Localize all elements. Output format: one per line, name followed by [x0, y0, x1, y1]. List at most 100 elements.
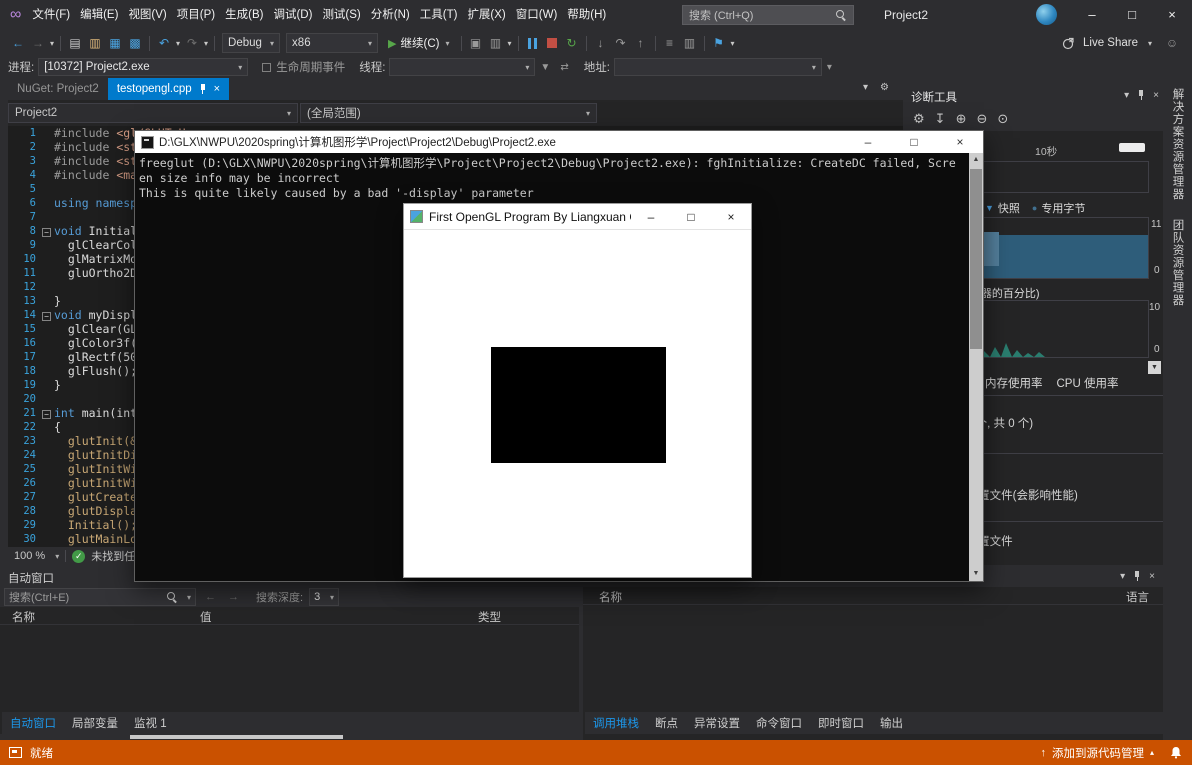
zoom-in-icon[interactable]: ⊕ — [956, 111, 967, 127]
auto-hide-pin-icon[interactable] — [1137, 89, 1145, 101]
minimize-button[interactable]: – — [1072, 0, 1112, 30]
opengl-title-bar[interactable]: First OpenGL Program By Liangxuan Guo – … — [404, 204, 751, 230]
snapshot-dropdown-icon[interactable]: ▾ — [508, 39, 512, 48]
live-share-dropdown-icon[interactable]: ▾ — [1148, 39, 1152, 48]
menu-item-8[interactable]: 分析(N) — [366, 0, 415, 30]
tab-close-icon[interactable]: × — [214, 83, 220, 95]
menu-item-5[interactable]: 生成(B) — [220, 0, 268, 30]
user-avatar[interactable] — [1036, 4, 1057, 25]
console-minimize-button[interactable]: – — [845, 131, 891, 153]
document-outline-icon[interactable]: ▥ — [681, 36, 699, 50]
autos-search-input[interactable]: 搜索(Ctrl+E) ▾ — [4, 588, 196, 606]
callstack-tab-3[interactable]: 异常设置 — [686, 715, 748, 731]
save-icon[interactable]: ▦ — [106, 36, 124, 50]
console-scrollbar[interactable]: ▲ ▼ — [969, 153, 983, 581]
maximize-button[interactable]: □ — [1112, 0, 1152, 30]
console-title-bar[interactable]: D:\GLX\NWPU\2020spring\计算机图形学\Project\Pr… — [135, 131, 983, 153]
tab-testopengl-cpp[interactable]: testopengl.cpp × — [107, 78, 230, 100]
console-close-button[interactable]: × — [937, 131, 983, 153]
break-all-icon[interactable] — [527, 37, 537, 49]
feedback-icon[interactable]: ☺ — [1163, 36, 1181, 50]
pin-icon[interactable] — [199, 83, 207, 95]
auto-hide-pin-icon[interactable] — [1133, 570, 1141, 582]
callstack-tab-1[interactable]: 调用堆栈 — [585, 715, 647, 731]
reset-view-icon[interactable]: ⊙ — [997, 111, 1008, 127]
lifecycle-events-button[interactable]: 生命周期事件 — [262, 59, 345, 75]
step-over-icon[interactable]: ↷ — [612, 36, 630, 50]
tab-options-gear-icon[interactable]: ⚙ — [880, 82, 889, 93]
menu-item-12[interactable]: 帮助(H) — [562, 0, 611, 30]
right-strip-tab-2[interactable]: 团队资源管理器 — [1170, 219, 1186, 307]
zoom-out-icon[interactable]: ⊖ — [976, 111, 987, 127]
navigate-forward-icon[interactable]: → — [29, 36, 47, 50]
undo-dropdown-icon[interactable]: ▾ — [176, 39, 180, 48]
open-file-icon[interactable]: ▥ — [86, 36, 104, 50]
column-value[interactable]: 值 — [200, 609, 212, 625]
save-all-icon[interactable]: ▩ — [126, 36, 144, 50]
opengl-maximize-button[interactable]: □ — [671, 204, 711, 230]
scrollbar-down-icon[interactable]: ▼ — [1148, 361, 1161, 374]
window-position-icon[interactable]: ▾ — [1120, 571, 1125, 582]
toolbar-options-icon[interactable]: ▾ — [731, 39, 735, 48]
menu-item-11[interactable]: 窗口(W) — [511, 0, 563, 30]
step-into-icon[interactable]: ↓ — [592, 36, 610, 50]
new-file-icon[interactable]: ▤ — [66, 36, 84, 50]
toolbar-overflow-icon[interactable]: ▾ — [827, 62, 832, 73]
fold-collapse-icon[interactable]: − — [42, 311, 51, 321]
window-position-icon[interactable]: ▾ — [1124, 90, 1129, 101]
platform-dropdown[interactable]: x86 ▾ — [286, 33, 379, 53]
callstack-tab-5[interactable]: 即时窗口 — [810, 715, 872, 731]
show-output-icon[interactable]: ≡ — [661, 36, 679, 50]
panel-close-icon[interactable]: × — [1153, 90, 1159, 101]
navigate-dropdown-icon[interactable]: ▾ — [50, 39, 54, 48]
search-prev-icon[interactable]: ← — [205, 591, 216, 603]
export-icon[interactable]: ↧ — [935, 111, 946, 127]
redo-icon[interactable]: ↷ — [183, 36, 201, 50]
menu-item-10[interactable]: 扩展(X) — [462, 0, 510, 30]
add-to-source-control-button[interactable]: 添加到源代码管理 — [1052, 745, 1144, 761]
filter-icon[interactable]: ▼ — [540, 62, 550, 73]
column-name[interactable]: 名称 — [12, 609, 35, 625]
project-scope-dropdown[interactable]: Project2 ▾ — [8, 103, 298, 123]
scroll-up-icon[interactable]: ▲ — [969, 153, 983, 167]
opengl-window[interactable]: First OpenGL Program By Liangxuan Guo – … — [403, 203, 752, 578]
callstack-tab-2[interactable]: 断点 — [647, 715, 686, 731]
search-next-icon[interactable]: → — [228, 591, 239, 603]
process-dropdown[interactable]: [10372] Project2.exe ▾ — [38, 58, 249, 76]
tab-nuget-project2[interactable]: NuGet: Project2 — [8, 78, 108, 100]
opengl-minimize-button[interactable]: – — [631, 204, 671, 230]
menu-item-2[interactable]: 编辑(E) — [75, 0, 123, 30]
settings-gear-icon[interactable]: ⚙ — [913, 111, 925, 127]
quick-search-box[interactable]: 搜索 (Ctrl+Q) — [682, 5, 854, 25]
global-scope-dropdown[interactable]: (全局范围) ▾ — [300, 103, 597, 123]
document-list-icon[interactable]: ▾ — [863, 82, 868, 93]
redo-dropdown-icon[interactable]: ▾ — [204, 39, 208, 48]
close-button[interactable]: × — [1152, 0, 1192, 30]
timeline-slider[interactable] — [1119, 143, 1145, 152]
snapshot-icon[interactable]: ▥ — [487, 36, 505, 50]
live-share-button[interactable]: Live Share — [1083, 37, 1138, 49]
autos-tab-1[interactable]: 自动窗口 — [2, 715, 64, 731]
menu-item-6[interactable]: 调试(D) — [268, 0, 317, 30]
health-indicator-icon[interactable]: ✓ — [72, 549, 86, 563]
menu-item-1[interactable]: 文件(F) — [27, 0, 75, 30]
autos-tab-3[interactable]: 监视 1 — [126, 715, 175, 731]
address-dropdown[interactable]: ▾ — [613, 58, 822, 76]
autos-tab-2[interactable]: 局部变量 — [64, 715, 126, 731]
console-maximize-button[interactable]: □ — [891, 131, 937, 153]
stop-debugging-icon[interactable] — [546, 38, 557, 48]
source-control-caret-icon[interactable]: ▴ — [1150, 748, 1154, 757]
zoom-control[interactable]: 100 % ▾ — [14, 550, 59, 562]
right-strip-tab-1[interactable]: 解决方案资源管理器 — [1170, 88, 1186, 201]
notifications-bell-icon[interactable] — [1170, 746, 1182, 759]
menu-item-7[interactable]: 测试(S) — [317, 0, 365, 30]
menu-item-3[interactable]: 视图(V) — [123, 0, 171, 30]
column-type[interactable]: 类型 — [478, 609, 501, 625]
call-stack-body[interactable] — [583, 605, 1163, 712]
diag-tab-3[interactable]: 内存使用率 — [985, 375, 1043, 391]
fold-collapse-icon[interactable]: − — [42, 227, 51, 237]
restart-icon[interactable]: ↻ — [563, 36, 581, 50]
search-depth-dropdown[interactable]: 3 ▾ — [309, 588, 340, 606]
flag-threads-icon[interactable]: ⇄ — [560, 62, 568, 73]
panel-close-icon[interactable]: × — [1149, 571, 1155, 582]
